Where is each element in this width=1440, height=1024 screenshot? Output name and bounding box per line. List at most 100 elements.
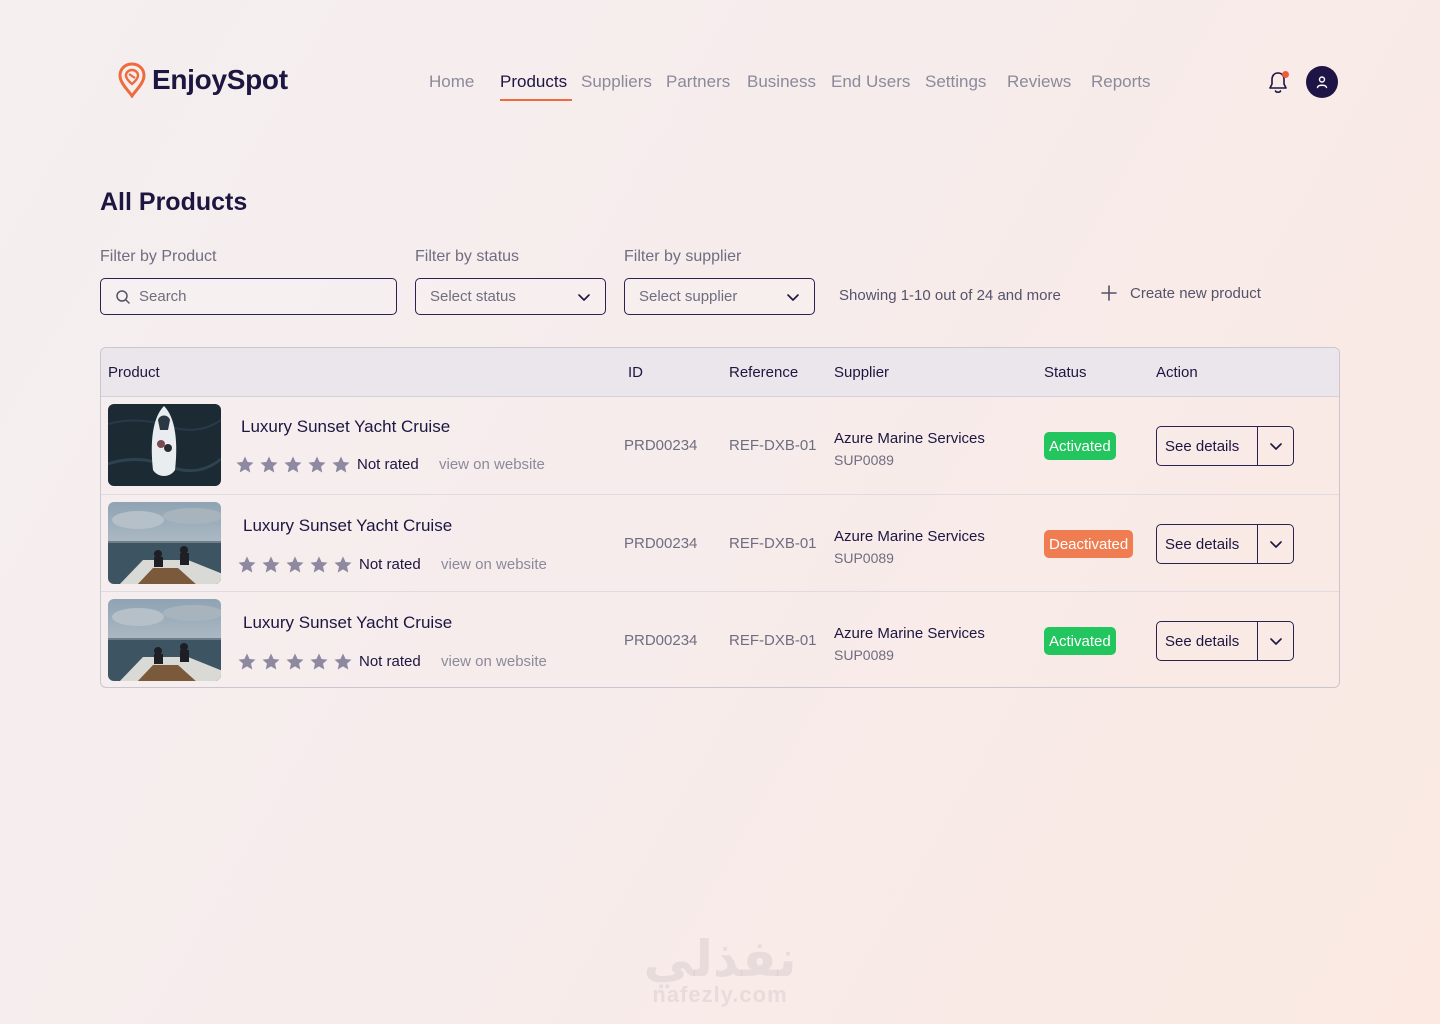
product-thumbnail[interactable] [108, 502, 221, 584]
supplier-name: Azure Marine Services [834, 430, 985, 447]
table-row[interactable]: Luxury Sunset Yacht Cruise Not rated vie… [101, 397, 1339, 494]
view-on-website-link[interactable]: view on website [439, 456, 545, 473]
view-on-website-link[interactable]: view on website [441, 556, 547, 573]
status-select-value: Select status [430, 288, 516, 305]
row-actions-dropdown[interactable] [1258, 427, 1293, 465]
product-thumbnail[interactable] [108, 599, 221, 681]
table-header: Product ID Reference Supplier Status Act… [101, 348, 1339, 397]
nav-item-suppliers[interactable]: Suppliers [581, 72, 652, 92]
plus-icon [1101, 285, 1117, 301]
star-icon [236, 456, 254, 473]
status-badge: Deactivated [1044, 530, 1134, 558]
supplier-select-value: Select supplier [639, 288, 738, 305]
filter-status-label: Filter by status [415, 248, 520, 265]
see-details-button[interactable]: See details [1157, 427, 1258, 465]
supplier-select[interactable]: Select supplier [624, 278, 815, 315]
table-row[interactable]: Luxury Sunset Yacht Cruise Not rated vie… [101, 591, 1339, 687]
see-details-split-button: See details [1156, 524, 1294, 564]
nav-item-partners[interactable]: Partners [666, 72, 730, 92]
star-icon [238, 653, 256, 670]
star-icon [238, 556, 256, 573]
see-details-button[interactable]: See details [1157, 622, 1258, 660]
nav-item-products[interactable]: Products [500, 72, 567, 92]
nav-item-reports[interactable]: Reports [1091, 72, 1151, 92]
column-header-reference: Reference [729, 364, 799, 381]
notifications-button[interactable] [1266, 70, 1290, 96]
star-icon [262, 653, 280, 670]
user-avatar[interactable] [1306, 66, 1338, 98]
active-nav-indicator [500, 99, 572, 101]
filter-supplier-label: Filter by supplier [624, 248, 742, 265]
chevron-down-icon [1269, 638, 1282, 645]
supplier-name: Azure Marine Services [834, 625, 985, 642]
product-name[interactable]: Luxury Sunset Yacht Cruise [243, 516, 452, 536]
product-search-field[interactable] [100, 278, 397, 315]
row-actions-dropdown[interactable] [1258, 622, 1293, 660]
star-icon [334, 556, 352, 573]
product-name[interactable]: Luxury Sunset Yacht Cruise [241, 417, 450, 437]
view-on-website-link[interactable]: view on website [441, 653, 547, 670]
supplier-id: SUP0089 [834, 550, 894, 566]
product-id: PRD00234 [624, 437, 698, 454]
column-header-action: Action [1156, 364, 1198, 381]
product-id: PRD00234 [624, 632, 698, 649]
yacht-deck-image [108, 599, 221, 681]
row-actions-dropdown[interactable] [1258, 525, 1293, 563]
yacht-deck-image [108, 502, 221, 584]
star-icon [262, 556, 280, 573]
product-id: PRD00234 [624, 535, 698, 552]
rating-text: Not rated [357, 456, 419, 473]
star-icon [286, 653, 304, 670]
star-icon [284, 456, 302, 473]
watermark-latin: nafezly.com [652, 982, 788, 1007]
product-reference: REF-DXB-01 [729, 632, 817, 649]
nav-item-end-users[interactable]: End Users [831, 72, 910, 92]
product-name[interactable]: Luxury Sunset Yacht Cruise [243, 613, 452, 633]
rating-stars [235, 455, 351, 475]
brand-name: EnjoySpot [152, 64, 288, 95]
star-icon [332, 456, 350, 473]
rating-stars [237, 652, 353, 672]
nav-item-settings[interactable]: Settings [925, 72, 986, 92]
nav-item-business[interactable]: Business [747, 72, 816, 92]
star-icon [310, 653, 328, 670]
chevron-down-icon [1269, 443, 1282, 450]
star-icon [260, 456, 278, 473]
products-table: Product ID Reference Supplier Status Act… [100, 347, 1340, 688]
product-reference: REF-DXB-01 [729, 437, 817, 454]
column-header-supplier: Supplier [834, 364, 890, 381]
notification-dot [1282, 71, 1289, 78]
column-header-id: ID [628, 364, 643, 381]
brand-logo[interactable]: EnjoySpot [118, 62, 288, 98]
search-icon [116, 289, 130, 304]
star-icon [308, 456, 326, 473]
status-badge: Activated [1044, 432, 1116, 460]
see-details-split-button: See details [1156, 426, 1294, 466]
see-details-button[interactable]: See details [1157, 525, 1258, 563]
star-icon [334, 653, 352, 670]
chevron-down-icon [577, 290, 591, 304]
status-select[interactable]: Select status [415, 278, 606, 315]
product-thumbnail[interactable] [108, 404, 221, 486]
product-reference: REF-DXB-01 [729, 535, 817, 552]
rating-text: Not rated [359, 653, 421, 670]
create-product-button[interactable]: Create new product [1100, 284, 1261, 302]
status-badge: Activated [1044, 627, 1116, 655]
supplier-name: Azure Marine Services [834, 528, 985, 545]
rating-text: Not rated [359, 556, 421, 573]
user-icon [1316, 76, 1328, 89]
see-details-split-button: See details [1156, 621, 1294, 661]
nav-item-reviews[interactable]: Reviews [1007, 72, 1071, 92]
search-input[interactable] [139, 288, 359, 305]
yacht-topdown-image [108, 404, 221, 486]
chevron-down-icon [1269, 541, 1282, 548]
filter-product-label: Filter by Product [100, 248, 217, 265]
supplier-id: SUP0089 [834, 647, 894, 663]
nav-item-home[interactable]: Home [429, 72, 474, 92]
column-header-product: Product [108, 364, 160, 381]
table-row[interactable]: Luxury Sunset Yacht Cruise Not rated vie… [101, 494, 1339, 591]
watermark-arabic: نفذلي [643, 931, 797, 987]
watermark: نفذلي nafezly.com [630, 930, 810, 1008]
star-icon [310, 556, 328, 573]
create-product-label: Create new product [1130, 284, 1261, 302]
